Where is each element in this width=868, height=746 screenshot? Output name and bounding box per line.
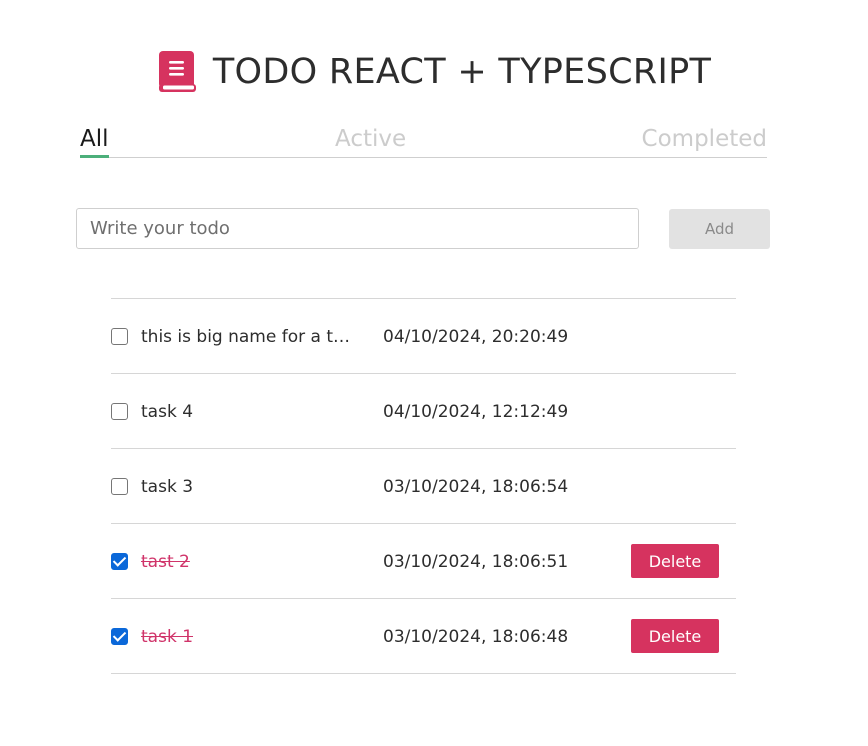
- page-title: TODO REACT + TYPESCRIPT: [212, 52, 712, 92]
- todo-row: task 3 03/10/2024, 18:06:54: [111, 449, 736, 524]
- book-icon: [158, 51, 196, 92]
- todo-date: 03/10/2024, 18:06:51: [383, 552, 569, 572]
- todo-date: 04/10/2024, 12:12:49: [383, 402, 569, 422]
- delete-button[interactable]: Delete: [631, 544, 719, 578]
- todo-checkbox[interactable]: [111, 628, 128, 645]
- todo-date: 03/10/2024, 18:06:48: [383, 627, 569, 647]
- tab-active[interactable]: Active: [335, 123, 406, 157]
- todo-row: this is big name for a task 04/10/2024, …: [111, 299, 736, 374]
- todo-date: 04/10/2024, 20:20:49: [383, 327, 569, 347]
- add-button[interactable]: Add: [669, 209, 770, 249]
- todo-checkbox[interactable]: [111, 328, 128, 345]
- todo-row: task 4 04/10/2024, 12:12:49: [111, 374, 736, 449]
- todo-name: task 3: [141, 477, 194, 497]
- todo-checkbox[interactable]: [111, 478, 128, 495]
- todo-date: 03/10/2024, 18:06:54: [383, 477, 569, 497]
- todo-name: task 1: [141, 627, 194, 647]
- todo-row: task 1 03/10/2024, 18:06:48 Delete: [111, 599, 736, 674]
- todo-name: this is big name for a task: [141, 327, 356, 347]
- todo-name: tast 2: [141, 552, 190, 572]
- app-header: TODO REACT + TYPESCRIPT: [0, 50, 868, 94]
- tab-completed[interactable]: Completed: [642, 123, 767, 157]
- todo-row: tast 2 03/10/2024, 18:06:51 Delete: [111, 524, 736, 599]
- todo-checkbox[interactable]: [111, 403, 128, 420]
- tab-all[interactable]: All: [80, 123, 109, 158]
- todo-checkbox[interactable]: [111, 553, 128, 570]
- filter-tabs: All Active Completed: [80, 123, 767, 158]
- todo-input[interactable]: [76, 208, 639, 249]
- todo-list: this is big name for a task 04/10/2024, …: [111, 298, 736, 674]
- todo-name: task 4: [141, 402, 194, 422]
- delete-button[interactable]: Delete: [631, 619, 719, 653]
